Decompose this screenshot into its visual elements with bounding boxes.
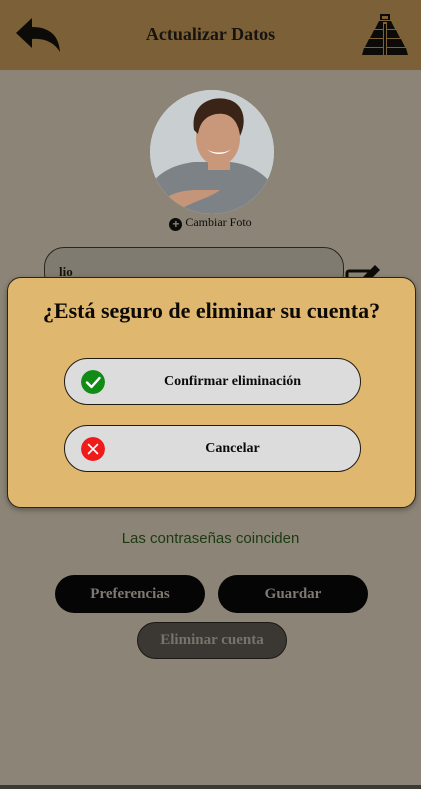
delete-confirm-dialog: ¿Está seguro de eliminar su cuenta? Conf… [7, 277, 416, 508]
add-circle-icon: + [169, 218, 183, 231]
confirm-delete-button[interactable]: Confirmar eliminación [64, 358, 361, 405]
check-circle-icon [81, 370, 105, 394]
delete-account-button[interactable]: Eliminar cuenta [137, 622, 287, 659]
save-button[interactable]: Guardar [218, 575, 368, 613]
profile-photo [150, 90, 274, 214]
change-photo-link[interactable]: + Cambiar Foto [0, 215, 421, 231]
change-photo-label: Cambiar Foto [185, 215, 252, 229]
cancel-label: Cancelar [205, 440, 260, 456]
confirm-delete-label: Confirmar eliminación [163, 373, 301, 389]
x-circle-icon [81, 437, 105, 461]
dialog-title: ¿Está seguro de eliminar su cuenta? [42, 298, 381, 323]
page-title: Actualizar Datos [145, 24, 276, 44]
password-match-message: Las contraseñas coinciden [121, 530, 300, 547]
bottom-divider [0, 785, 421, 789]
app-header: Actualizar Datos [0, 0, 421, 70]
avatar[interactable] [150, 90, 274, 214]
pyramid-logo-icon [362, 14, 408, 55]
cancel-button[interactable]: Cancelar [64, 425, 361, 472]
preferences-button[interactable]: Preferencias [55, 575, 205, 613]
